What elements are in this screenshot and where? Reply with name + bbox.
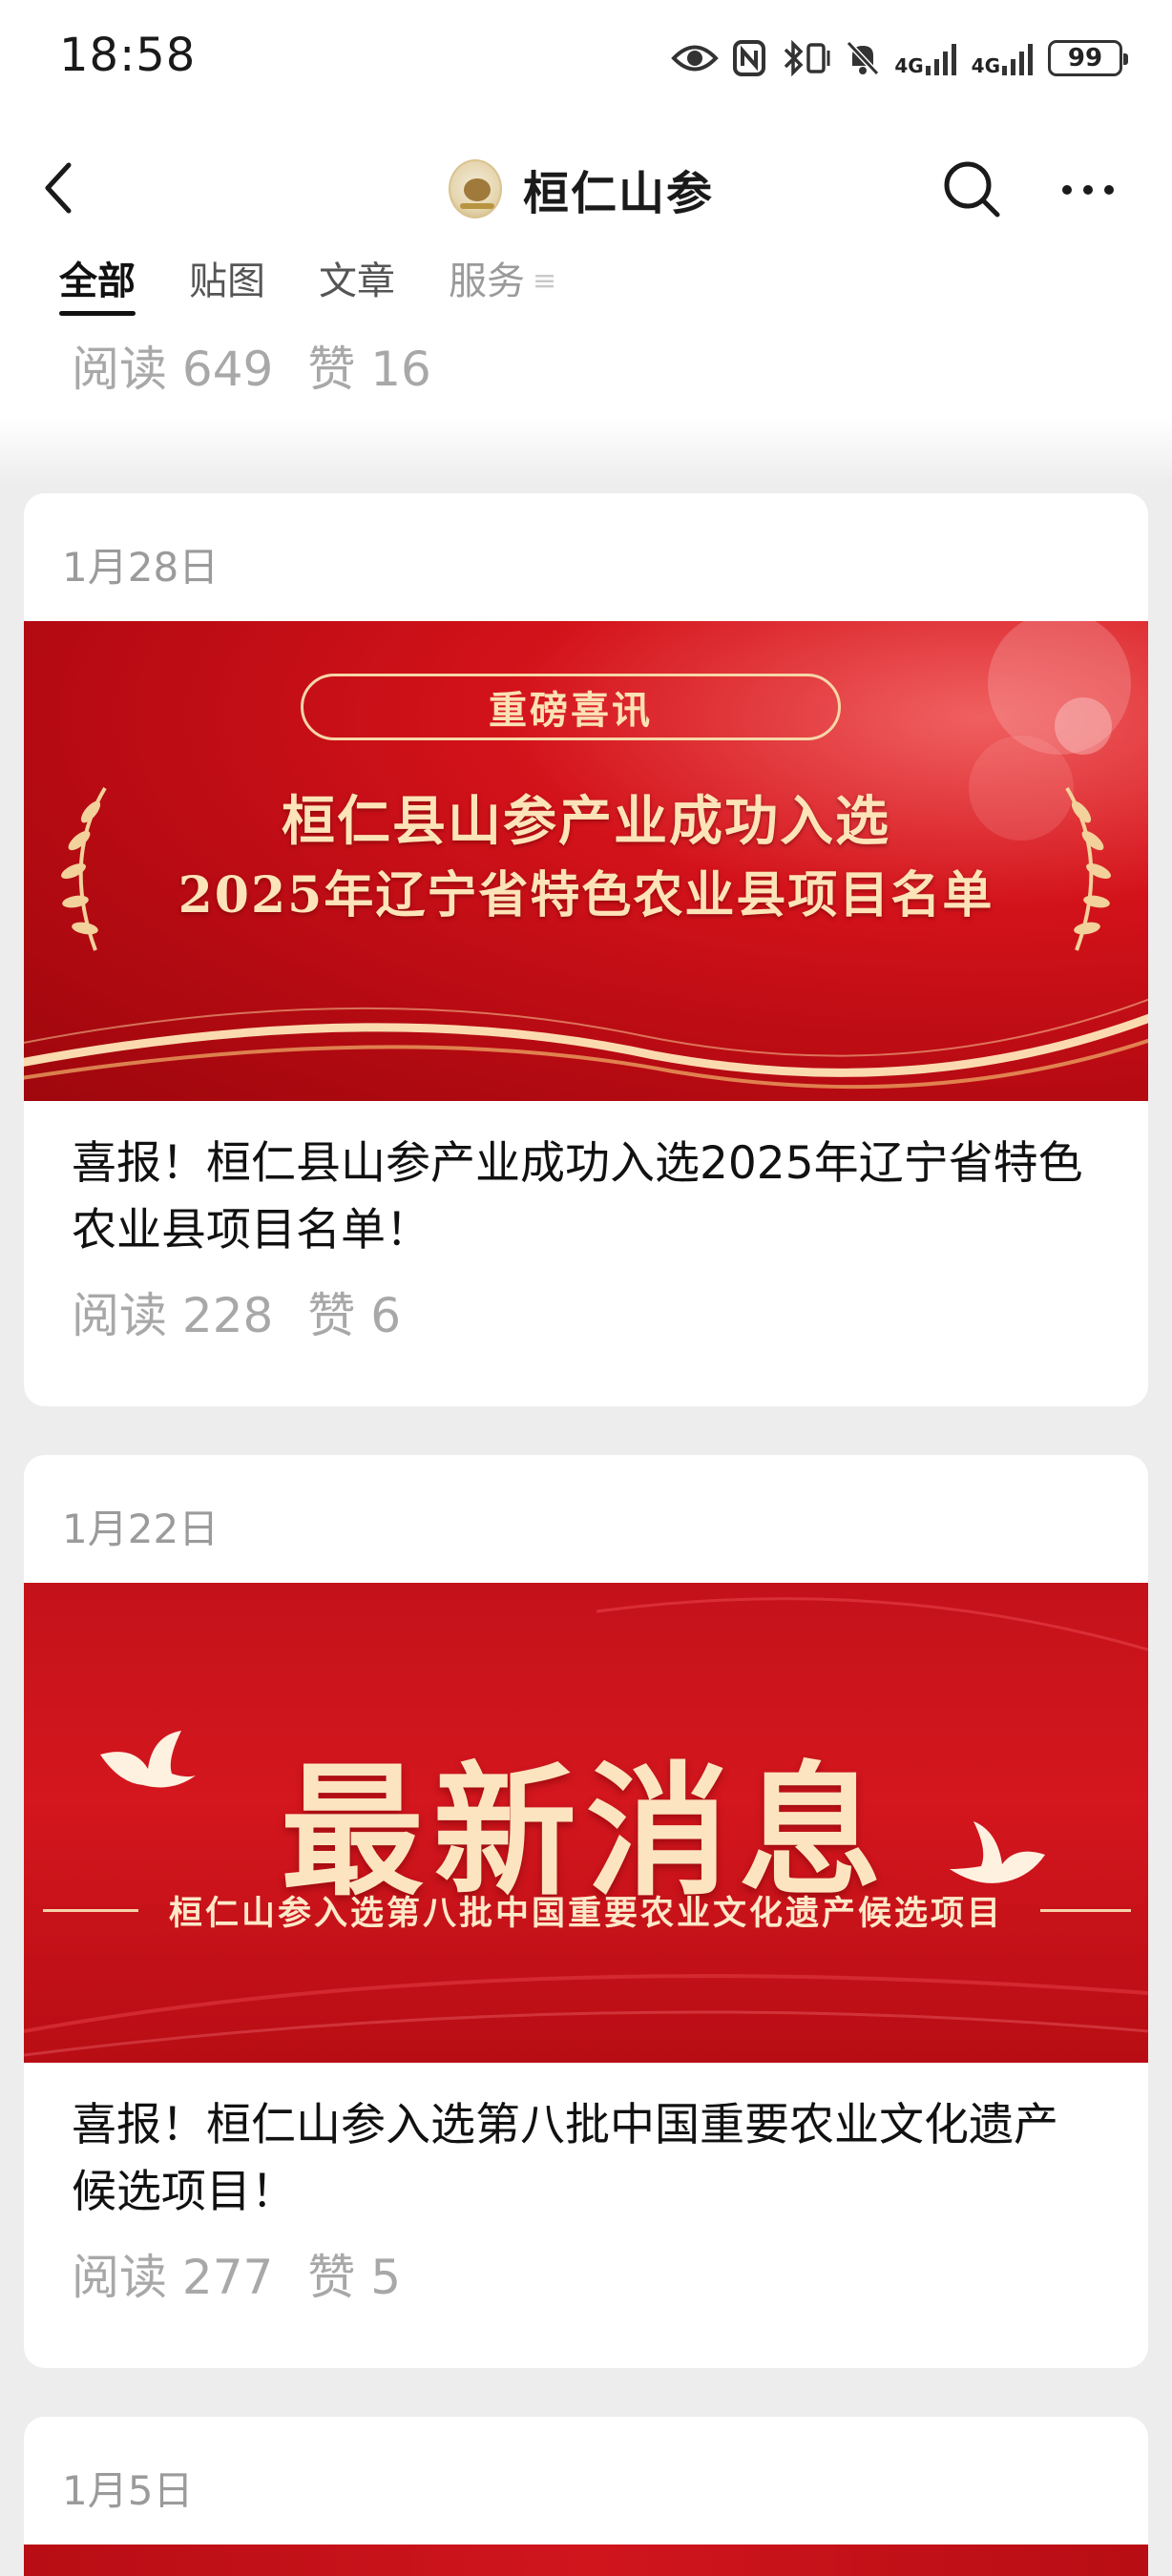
top-nav-bar: 桓仁山参 bbox=[0, 119, 1172, 253]
banner-line-1: 桓仁县山参产业成功入选 bbox=[282, 790, 890, 853]
laurel-right-icon bbox=[1065, 786, 1111, 951]
read-count: 阅读 277 bbox=[72, 2250, 274, 2305]
banner-pill: 重磅喜讯 bbox=[301, 674, 841, 740]
banner-swoosh bbox=[24, 998, 1148, 1090]
post-stats: 阅读 228 赞 6 bbox=[72, 1278, 401, 1346]
account-title: 桓仁山参 bbox=[523, 167, 715, 220]
post-stats: 阅读 649 赞 16 bbox=[72, 331, 431, 400]
read-count: 阅读 228 bbox=[72, 1288, 274, 1343]
article-card[interactable]: 1月5日 bbox=[24, 2417, 1148, 2576]
previous-post-footer: 阅读 649 赞 16 bbox=[0, 322, 1172, 484]
article-banner-image[interactable]: 最新消息 桓仁山参入选第八批中国重要农业文化遗产候选项目 bbox=[24, 1583, 1148, 2063]
account-logo bbox=[449, 159, 502, 218]
chevron-left-icon[interactable] bbox=[36, 159, 84, 217]
article-card[interactable]: 1月28日 重磅喜讯 桓仁县山参产业成功入选 2025年辽宁省特色农业县项目名单 bbox=[24, 493, 1148, 1406]
like-count: 赞 16 bbox=[307, 342, 431, 397]
signal-bars-icon bbox=[925, 44, 956, 75]
eye-icon bbox=[671, 45, 720, 72]
tabs-more-icon[interactable]: ≡ bbox=[533, 253, 556, 310]
post-date: 1月5日 bbox=[62, 2467, 194, 2514]
search-icon[interactable] bbox=[940, 157, 1003, 220]
laurel-left-icon bbox=[61, 786, 107, 951]
article-title[interactable]: 喜报！桓仁山参入选第八批中国重要农业文化遗产候选项目！ bbox=[72, 2092, 1102, 2226]
battery-icon: 99 bbox=[1048, 40, 1128, 76]
status-time: 18:58 bbox=[59, 29, 197, 82]
more-horizontal-icon[interactable] bbox=[1059, 178, 1117, 201]
article-card[interactable]: 1月22日 最新消息 桓仁山参入选第八批中国重要农业文化遗产候选项目 喜报！桓仁… bbox=[24, 1455, 1148, 2368]
bluetooth-vibrate-icon bbox=[785, 39, 830, 77]
read-count: 阅读 649 bbox=[72, 342, 274, 397]
tab-all[interactable]: 全部 bbox=[59, 253, 136, 316]
tab-articles[interactable]: 文章 bbox=[319, 253, 395, 310]
signal-4g-icon: 4G bbox=[972, 41, 1035, 75]
like-count: 赞 5 bbox=[307, 2250, 402, 2305]
like-count: 赞 6 bbox=[307, 1288, 402, 1343]
signal-4g-icon: 4G bbox=[894, 41, 957, 75]
post-date: 1月28日 bbox=[62, 544, 220, 591]
article-banner-image[interactable] bbox=[24, 2545, 1148, 2576]
article-title[interactable]: 喜报！桓仁县山参产业成功入选2025年辽宁省特色农业县项目名单！ bbox=[72, 1131, 1102, 1264]
content-tabs: 全部 贴图 文章 服务 ≡ bbox=[0, 253, 1172, 322]
account-header[interactable]: 桓仁山参 bbox=[449, 156, 714, 222]
banner-subtitle: 桓仁山参入选第八批中国重要农业文化遗产候选项目 bbox=[168, 1895, 1003, 1933]
battery-level: 99 bbox=[1067, 44, 1103, 73]
post-stats: 阅读 277 赞 5 bbox=[72, 2239, 401, 2308]
nfc-icon bbox=[733, 40, 766, 76]
banner-line-2: 2025年辽宁省特色农业县项目名单 bbox=[178, 866, 994, 924]
article-banner-image[interactable]: 重磅喜讯 桓仁县山参产业成功入选 2025年辽宁省特色农业县项目名单 bbox=[24, 621, 1148, 1101]
signal-bars-icon bbox=[1002, 44, 1033, 75]
post-date: 1月22日 bbox=[62, 1506, 220, 1552]
tab-images[interactable]: 贴图 bbox=[189, 253, 265, 310]
status-bar: 18:58 4G 4G 99 bbox=[0, 0, 1172, 119]
mute-icon bbox=[847, 40, 880, 76]
status-icons: 4G 4G 99 bbox=[671, 34, 1128, 82]
tab-services[interactable]: 服务 bbox=[449, 253, 525, 310]
